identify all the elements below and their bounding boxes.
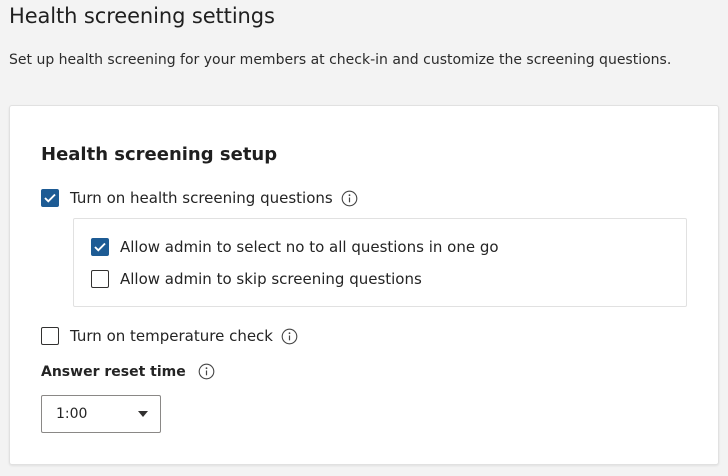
answer-reset-label-row: Answer reset time xyxy=(41,363,215,380)
chevron-down-icon xyxy=(138,411,148,417)
info-icon[interactable] xyxy=(341,190,358,207)
health-screening-setup-card: Health screening setup Turn on health sc… xyxy=(9,105,719,465)
checkmark-icon xyxy=(44,193,56,203)
screening-questions-label: Turn on health screening questions xyxy=(70,189,333,207)
screening-questions-row: Turn on health screening questions xyxy=(41,189,358,207)
answer-reset-time-value: 1:00 xyxy=(56,406,88,422)
info-icon[interactable] xyxy=(198,363,215,380)
select-no-all-row: Allow admin to select no to all question… xyxy=(91,238,499,256)
skip-screening-label: Allow admin to skip screening questions xyxy=(120,270,422,288)
section-title: Health screening setup xyxy=(41,144,278,165)
temperature-check-label: Turn on temperature check xyxy=(70,327,273,345)
temperature-check-row: Turn on temperature check xyxy=(41,327,298,345)
screening-sub-options xyxy=(73,218,687,307)
select-no-all-label: Allow admin to select no to all question… xyxy=(120,238,499,256)
answer-reset-label: Answer reset time xyxy=(41,363,186,380)
skip-screening-checkbox[interactable] xyxy=(91,270,109,288)
answer-reset-time-dropdown[interactable]: 1:00 xyxy=(41,395,161,433)
temperature-check-checkbox[interactable] xyxy=(41,327,59,345)
info-icon[interactable] xyxy=(281,328,298,345)
checkmark-icon xyxy=(94,242,106,252)
screening-questions-checkbox[interactable] xyxy=(41,189,59,207)
page-title: Health screening settings xyxy=(9,4,275,28)
page-subtitle: Set up health screening for your members… xyxy=(9,52,672,68)
skip-screening-row: Allow admin to skip screening questions xyxy=(91,270,422,288)
select-no-all-checkbox[interactable] xyxy=(91,238,109,256)
